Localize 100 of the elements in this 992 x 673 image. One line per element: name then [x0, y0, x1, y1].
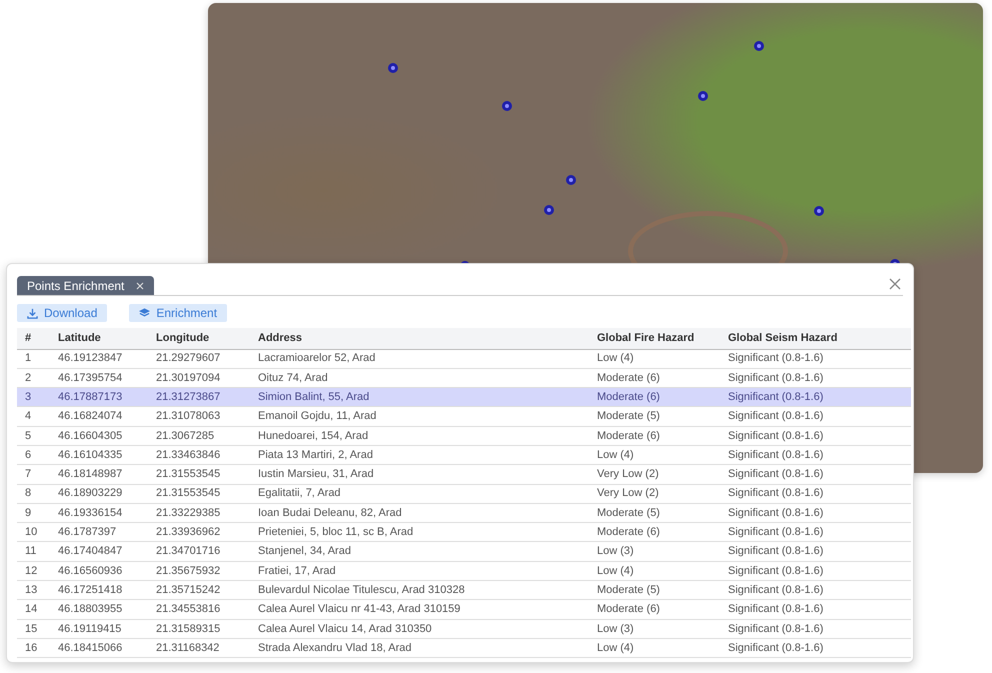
table-cell: 8: [17, 484, 50, 504]
column-header[interactable]: #: [17, 328, 50, 349]
table-cell: Fratiei, 17, Arad: [250, 561, 589, 581]
table-cell: 21.33936962: [148, 522, 250, 542]
table-cell: 46.1787397: [50, 522, 148, 542]
map-pin[interactable]: [502, 101, 512, 111]
table-cell: Significant (0.8-1.6): [720, 349, 911, 368]
table-cell: Calea Aurel Vlaicu 14, Arad 310350: [250, 619, 589, 638]
map-pin[interactable]: [566, 175, 576, 185]
table-cell: 46.17251418: [50, 580, 148, 600]
table-cell: 14: [17, 600, 50, 620]
table-cell: Significant (0.8-1.6): [720, 542, 911, 562]
table-cell: 46.16104335: [50, 445, 148, 465]
table-cell: 12: [17, 561, 50, 581]
table-cell: 21.35715242: [148, 580, 250, 600]
table-cell: Significant (0.8-1.6): [720, 503, 911, 523]
table-cell: Iustin Marsieu, 31, Arad: [250, 464, 589, 484]
table-cell: Moderate (6): [589, 522, 720, 542]
table-cell: 46.18415066: [50, 638, 148, 658]
table-cell: Piata 13 Martiri, 2, Arad: [250, 445, 589, 465]
table-cell: 46.19336154: [50, 503, 148, 523]
close-icon[interactable]: [889, 278, 901, 290]
map-pin[interactable]: [388, 63, 398, 73]
table-cell: Moderate (5): [589, 406, 720, 426]
table-cell: 21.33463846: [148, 445, 250, 465]
table-cell: Ioan Budai Deleanu, 82, Arad: [250, 503, 589, 523]
table-cell: 46.17404847: [50, 542, 148, 562]
table-cell: Significant (0.8-1.6): [720, 445, 911, 465]
map-pin[interactable]: [544, 205, 554, 215]
table-cell: Stanjenel, 34, Arad: [250, 542, 589, 562]
column-header[interactable]: Global Fire Hazard: [589, 328, 720, 349]
table-cell: 4: [17, 406, 50, 426]
table-cell: 21.35675932: [148, 561, 250, 581]
table-cell: Significant (0.8-1.6): [720, 561, 911, 581]
map-pin[interactable]: [754, 41, 764, 51]
table-cell: Moderate (6): [589, 600, 720, 620]
table-cell: 46.19123847: [50, 349, 148, 368]
table-cell: Prieteniei, 5, bloc 11, sc B, Arad: [250, 522, 589, 542]
table-cell: Low (3): [589, 619, 720, 638]
column-header[interactable]: Latitude: [50, 328, 148, 349]
table-cell: Significant (0.8-1.6): [720, 388, 911, 407]
table-cell: Moderate (5): [589, 580, 720, 600]
table-cell: Low (4): [589, 561, 720, 581]
table-cell: 21.31168342: [148, 638, 250, 658]
table-cell: 6: [17, 445, 50, 465]
table-cell: 46.18148987: [50, 464, 148, 484]
table-cell: Low (4): [589, 638, 720, 658]
column-header[interactable]: Longitude: [148, 328, 250, 349]
table-cell: Emanoil Gojdu, 11, Arad: [250, 406, 589, 426]
panel-tab[interactable]: Points Enrichment: [17, 276, 154, 295]
table-cell: 46.18903229: [50, 484, 148, 504]
table-cell: Low (4): [589, 445, 720, 465]
table-cell: 15: [17, 619, 50, 638]
table-cell: 11: [17, 542, 50, 562]
column-header[interactable]: Global Seism Hazard: [720, 328, 911, 349]
table-cell: 21.31078063: [148, 406, 250, 426]
table-cell: Significant (0.8-1.6): [720, 619, 911, 638]
table-cell: Hunedoarei, 154, Arad: [250, 426, 589, 446]
table-cell: 21.3067285: [148, 426, 250, 446]
table-cell: 3: [17, 388, 50, 407]
table-cell: 9: [17, 503, 50, 523]
map-pin[interactable]: [698, 91, 708, 101]
table-cell: 7: [17, 464, 50, 484]
table-cell: 21.34701716: [148, 542, 250, 562]
table-cell: 46.17887173: [50, 388, 148, 407]
table-cell: Very Low (2): [589, 484, 720, 504]
table-cell: Low (3): [589, 542, 720, 562]
table-cell: 16: [17, 638, 50, 658]
map-pin[interactable]: [814, 206, 824, 216]
table-cell: Moderate (6): [589, 388, 720, 407]
table-cell: 21.31273867: [148, 388, 250, 407]
table-cell: Moderate (6): [589, 426, 720, 446]
table-cell: Significant (0.8-1.6): [720, 522, 911, 542]
table-cell: Strada Alexandru Vlad 18, Arad: [250, 638, 589, 658]
table-cell: Significant (0.8-1.6): [720, 406, 911, 426]
table-cell: Significant (0.8-1.6): [720, 426, 911, 446]
table-cell: 46.16560936: [50, 561, 148, 581]
table-cell: Low (4): [589, 349, 720, 368]
table-cell: Moderate (5): [589, 503, 720, 523]
table-cell: 21.34553816: [148, 600, 250, 620]
table-cell: Significant (0.8-1.6): [720, 638, 911, 658]
table-cell: 21.31553545: [148, 464, 250, 484]
table-cell: Bulevardul Nicolae Titulescu, Arad 310328: [250, 580, 589, 600]
table-cell: 21.31553545: [148, 484, 250, 504]
table-cell: Significant (0.8-1.6): [720, 580, 911, 600]
table-cell: Significant (0.8-1.6): [720, 464, 911, 484]
table-cell: Calea Aurel Vlaicu nr 41-43, Arad 310159: [250, 600, 589, 620]
table-cell: 21.31589315: [148, 619, 250, 638]
table-cell: 1: [17, 349, 50, 368]
table-cell: 46.18803955: [50, 600, 148, 620]
table-cell: 10: [17, 522, 50, 542]
table-cell: Egalitatii, 7, Arad: [250, 484, 589, 504]
download-icon: [27, 308, 38, 318]
table-cell: Simion Balint, 55, Arad: [250, 388, 589, 407]
table-cell: Significant (0.8-1.6): [720, 600, 911, 620]
table-cell: 46.19119415: [50, 619, 148, 638]
layers-icon: [139, 308, 150, 318]
table-cell: Lacramioarelor 52, Arad: [250, 349, 589, 368]
column-header[interactable]: Address: [250, 328, 589, 349]
table-cell: 46.16824074: [50, 406, 148, 426]
